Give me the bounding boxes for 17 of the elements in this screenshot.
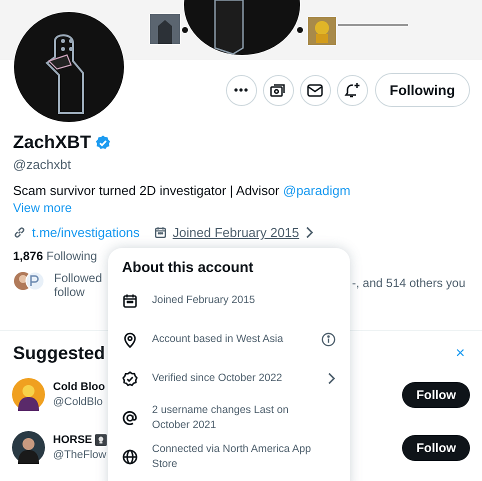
- profile-handle: @zachxbt: [13, 157, 72, 172]
- profile-name: ZachXBT: [13, 132, 92, 153]
- account-name: Cold Bloo: [53, 381, 105, 393]
- account-handle: @TheFlow: [53, 449, 107, 461]
- followed-by-text: Followed: [54, 271, 102, 285]
- account-detail: Account based in West Asia: [152, 332, 284, 347]
- followed-by-text: -, and 514 others you: [352, 276, 466, 290]
- account-handle: @ColdBlo: [53, 396, 104, 408]
- popup-title: About this account: [122, 260, 254, 276]
- account-detail: Joined February 2015: [152, 293, 256, 308]
- account-detail: Verified since October 2022: [152, 371, 284, 386]
- account-detail: Connected via North America App Store: [152, 442, 312, 471]
- profile-bio: Scam survivor turned 2D investigator | Advisor @paradigm: [13, 183, 352, 198]
- account-detail: 2 username changes Last on October 2021: [152, 403, 290, 432]
- followed-by-text: follow: [54, 285, 86, 299]
- section-title: Suggested: [13, 343, 106, 364]
- account-name: HORSE: [53, 434, 92, 446]
